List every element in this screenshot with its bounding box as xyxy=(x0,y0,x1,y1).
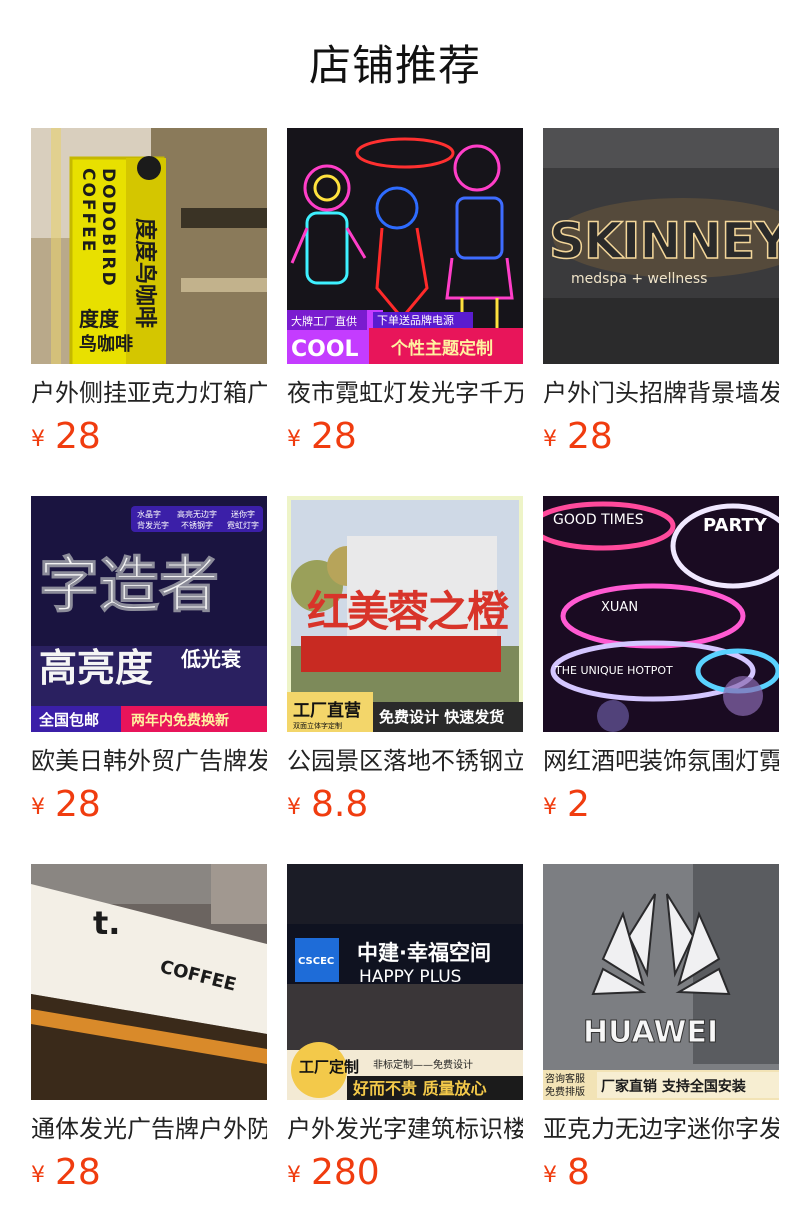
price-amount: 8.8 xyxy=(311,784,369,825)
product-price: ¥28 xyxy=(31,784,101,826)
currency-symbol: ¥ xyxy=(287,427,301,452)
product-image[interactable]: GOOD TIMES PARTY XUAN THE UNIQUE HOTPOT xyxy=(543,496,779,732)
image-text: COFFEE xyxy=(78,168,98,253)
product-card[interactable]: SKINNEY medspa + wellness 户外门头招牌背景墙发光字 ¥… xyxy=(543,128,779,496)
product-card[interactable]: HUAWEI 咨询客服 免费排版 厂家直销 支持全国安装 亚克力无边字迷你字发光… xyxy=(543,864,779,1232)
currency-symbol: ¥ xyxy=(543,795,557,820)
image-text: 低光衰 xyxy=(180,647,242,671)
product-title[interactable]: 网红酒吧装饰氛围灯霓虹灯 xyxy=(543,744,779,778)
image-text: 下单送品牌电源 xyxy=(377,313,454,327)
price-amount: 28 xyxy=(55,784,101,825)
product-card[interactable]: GOOD TIMES PARTY XUAN THE UNIQUE HOTPOT … xyxy=(543,496,779,864)
product-image[interactable]: CSCEC 中建·幸福空间 HAPPY PLUS 工厂定制 非标定制——免费设计… xyxy=(287,864,523,1100)
product-price: ¥28 xyxy=(543,416,613,458)
image-text: SKINNEY xyxy=(549,212,779,270)
product-image[interactable]: HUAWEI 咨询客服 免费排版 厂家直销 支持全国安装 xyxy=(543,864,779,1100)
image-text: 高亮度 xyxy=(39,646,153,690)
image-text: XUAN xyxy=(601,600,638,615)
product-price: ¥8.8 xyxy=(287,784,368,826)
product-price: ¥2 xyxy=(543,784,590,826)
image-text: 个性主题定制 xyxy=(390,338,493,359)
page-title: 店铺推荐 xyxy=(308,41,481,90)
product-title[interactable]: 通体发光广告牌户外防水灯 xyxy=(31,1112,267,1146)
image-text: COOL xyxy=(291,337,359,362)
product-title[interactable]: 欧美日韩外贸广告牌发光字 xyxy=(31,744,267,778)
image-text: 红美蓉之橙 xyxy=(307,587,510,636)
product-title[interactable]: 亚克力无边字迷你字发光字 xyxy=(543,1112,779,1146)
image-text: PARTY xyxy=(703,515,768,536)
image-text: THE UNIQUE HOTPOT xyxy=(554,664,673,677)
product-price: ¥280 xyxy=(287,1152,380,1194)
price-amount: 28 xyxy=(567,416,613,457)
product-card[interactable]: 大牌工厂直供 COOL 下单送品牌电源 个性主题定制 夜市霓虹灯发光字千万个性 … xyxy=(287,128,523,496)
currency-symbol: ¥ xyxy=(543,427,557,452)
image-text: 咨询客服 xyxy=(545,1072,585,1085)
price-amount: 8 xyxy=(567,1152,590,1193)
currency-symbol: ¥ xyxy=(287,795,301,820)
image-text: 两年内免费换新 xyxy=(131,712,229,729)
price-amount: 28 xyxy=(55,416,101,457)
image-text: 好而不贵 质量放心 xyxy=(352,1079,487,1098)
product-card[interactable]: 水晶字 高亮无边字 迷你字 背发光字 不锈钢字 霓虹灯字 字造者 高亮度 低光衰… xyxy=(31,496,267,864)
product-title[interactable]: 户外发光字建筑标识楼顶字 xyxy=(287,1112,523,1146)
image-text: HUAWEI xyxy=(583,1015,718,1050)
product-title[interactable]: 户外侧挂亚克力灯箱广告牌 xyxy=(31,376,267,410)
image-text: 中建·幸福空间 xyxy=(357,941,491,965)
currency-symbol: ¥ xyxy=(31,795,45,820)
image-text: 非标定制——免费设计 xyxy=(373,1058,473,1071)
product-title[interactable]: 夜市霓虹灯发光字千万个性 xyxy=(287,376,523,410)
product-price: ¥28 xyxy=(287,416,357,458)
currency-symbol: ¥ xyxy=(543,1163,557,1188)
product-image[interactable]: 水晶字 高亮无边字 迷你字 背发光字 不锈钢字 霓虹灯字 字造者 高亮度 低光衰… xyxy=(31,496,267,732)
currency-symbol: ¥ xyxy=(31,427,45,452)
image-text: 不锈钢字 xyxy=(181,520,213,530)
image-text: 水晶字 xyxy=(137,509,161,519)
product-image[interactable]: t. COFFEE xyxy=(31,864,267,1100)
currency-symbol: ¥ xyxy=(31,1163,45,1188)
image-text: 免费设计 快速发货 xyxy=(379,708,504,726)
image-text: 鸟咖啡 xyxy=(79,333,133,355)
image-text: 度度鸟咖啡 xyxy=(132,218,158,328)
image-text: 双面立体字定制 xyxy=(293,721,342,730)
product-grid: DODOBIRD COFFEE 度度鸟咖啡 度度 鸟咖啡 户外侧挂亚克力灯箱广告… xyxy=(31,128,779,1232)
price-amount: 28 xyxy=(55,1152,101,1193)
currency-symbol: ¥ xyxy=(287,1163,301,1188)
product-price: ¥28 xyxy=(31,1152,101,1194)
image-text: HAPPY PLUS xyxy=(359,967,461,987)
image-text: 度度 xyxy=(79,307,120,331)
image-text: 迷你字 xyxy=(231,509,255,519)
image-text: medspa + wellness xyxy=(571,271,707,287)
product-price: ¥28 xyxy=(31,416,101,458)
product-image[interactable]: SKINNEY medspa + wellness xyxy=(543,128,779,364)
image-text: 工厂定制 xyxy=(299,1058,359,1076)
image-text: 霓虹灯字 xyxy=(227,520,259,530)
image-text: 高亮无边字 xyxy=(177,509,217,519)
image-text: t. xyxy=(93,904,120,942)
price-amount: 2 xyxy=(567,784,590,825)
product-card[interactable]: t. COFFEE 通体发光广告牌户外防水灯 ¥28 xyxy=(31,864,267,1232)
product-title[interactable]: 公园景区落地不锈钢立体字 xyxy=(287,744,523,778)
image-text: 大牌工厂直供 xyxy=(291,314,357,328)
product-card[interactable]: 红美蓉之橙 工厂直营 双面立体字定制 免费设计 快速发货 公园景区落地不锈钢立体… xyxy=(287,496,523,864)
price-amount: 280 xyxy=(311,1152,380,1193)
product-image[interactable]: 大牌工厂直供 COOL 下单送品牌电源 个性主题定制 xyxy=(287,128,523,364)
product-card[interactable]: DODOBIRD COFFEE 度度鸟咖啡 度度 鸟咖啡 户外侧挂亚克力灯箱广告… xyxy=(31,128,267,496)
image-text: 免费排版 xyxy=(545,1085,585,1098)
image-text: GOOD TIMES xyxy=(553,512,644,528)
image-text: 工厂直营 xyxy=(293,700,361,721)
product-image[interactable]: 红美蓉之橙 工厂直营 双面立体字定制 免费设计 快速发货 xyxy=(287,496,523,732)
product-price: ¥8 xyxy=(543,1152,590,1194)
price-amount: 28 xyxy=(311,416,357,457)
product-card[interactable]: CSCEC 中建·幸福空间 HAPPY PLUS 工厂定制 非标定制——免费设计… xyxy=(287,864,523,1232)
image-text: 厂家直销 支持全国安装 xyxy=(601,1078,747,1095)
image-text: 字造者 xyxy=(39,551,219,621)
image-text: DODOBIRD xyxy=(98,168,118,288)
product-image[interactable]: DODOBIRD COFFEE 度度鸟咖啡 度度 鸟咖啡 xyxy=(31,128,267,364)
image-text: CSCEC xyxy=(298,956,334,967)
image-text: 全国包邮 xyxy=(38,711,99,729)
product-title[interactable]: 户外门头招牌背景墙发光字 xyxy=(543,376,779,410)
image-text: 背发光字 xyxy=(137,520,169,530)
